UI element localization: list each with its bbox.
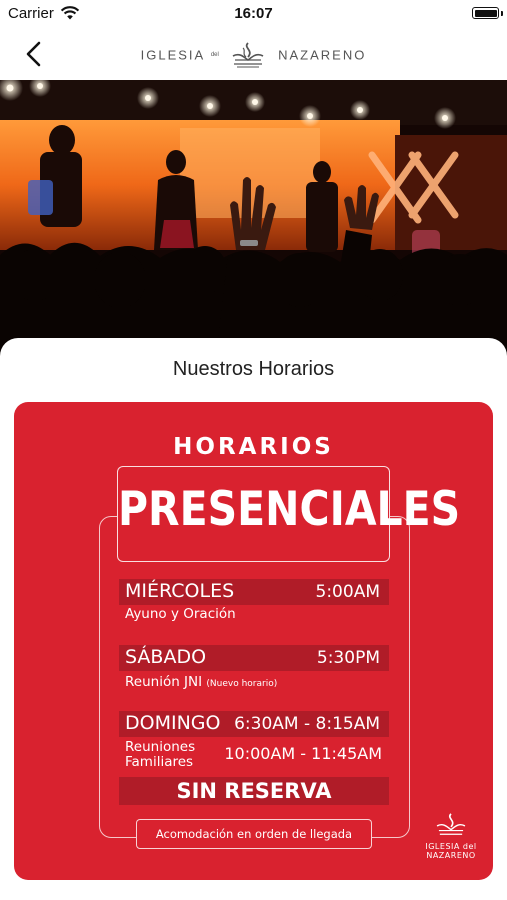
- nav-bar: IGLESIA del NAZARENO: [0, 28, 507, 80]
- section-title: Nuestros Horarios: [172, 358, 335, 380]
- dove-flame-icon: [436, 813, 466, 835]
- battery-icon: [472, 7, 499, 19]
- day-time: 5:30PM: [316, 648, 380, 668]
- logo-text-right: NAZARENO: [278, 47, 367, 63]
- card-heading-main: PRESENCIALES: [118, 481, 461, 537]
- arrival-order-note: Acomodación en orden de llegada: [136, 819, 372, 849]
- day-subtitle-note: (Nuevo horario): [206, 679, 278, 689]
- card-heading-top: HORARIOS: [173, 434, 334, 460]
- clock: 16:07: [234, 5, 273, 22]
- day-name: SÁBADO: [125, 646, 207, 668]
- card-logo-line1: IGLESIA del: [425, 842, 477, 851]
- card-heading-box: PRESENCIALES: [117, 466, 461, 562]
- day-time-secondary: 10:00AM - 11:45AM: [224, 744, 382, 763]
- day-time: 6:30AM - 8:15AM: [234, 714, 380, 734]
- status-bar: Carrier 16:07: [0, 0, 507, 28]
- day-time: 5:00AM: [315, 582, 380, 602]
- concert-photo: [0, 80, 507, 370]
- day-name: MIÉRCOLES: [125, 580, 235, 602]
- schedule-card: HORARIOS PRESENCIALES MIÉRCOLES 5:00AM A…: [14, 402, 493, 880]
- dove-flame-icon: [233, 42, 264, 68]
- logo-text-left: IGLESIA: [140, 47, 206, 63]
- day-subtitle: Reunión JNI (Nuevo horario): [125, 675, 277, 692]
- card-logo-line2: NAZARENO: [426, 851, 476, 860]
- battery-tip: [501, 11, 503, 16]
- day-subtitle: Ayuno y Oración: [125, 606, 236, 622]
- content-sheet: Nuestros Horarios HORARIOS PRESENCIALES …: [0, 338, 507, 900]
- no-reservation-banner: SIN RESERVA: [119, 777, 389, 805]
- church-logo: IGLESIA del NAZARENO: [0, 40, 507, 70]
- schedule-row-wednesday: MIÉRCOLES 5:00AM: [119, 579, 389, 605]
- schedule-row-sunday: DOMINGO 6:30AM - 8:15AM: [119, 711, 389, 737]
- day-name: DOMINGO: [125, 712, 221, 734]
- day-subtitle-line2: Familiares: [125, 754, 194, 770]
- schedule-row-saturday: SÁBADO 5:30PM: [119, 645, 389, 671]
- worship-hero-image: [0, 80, 507, 370]
- day-subtitle-text: Reunión JNI: [125, 674, 203, 690]
- logo-text-del: del: [210, 52, 219, 58]
- card-church-logo: IGLESIA del NAZARENO: [416, 812, 486, 860]
- day-subtitle-line1: Reuniones: [125, 739, 196, 755]
